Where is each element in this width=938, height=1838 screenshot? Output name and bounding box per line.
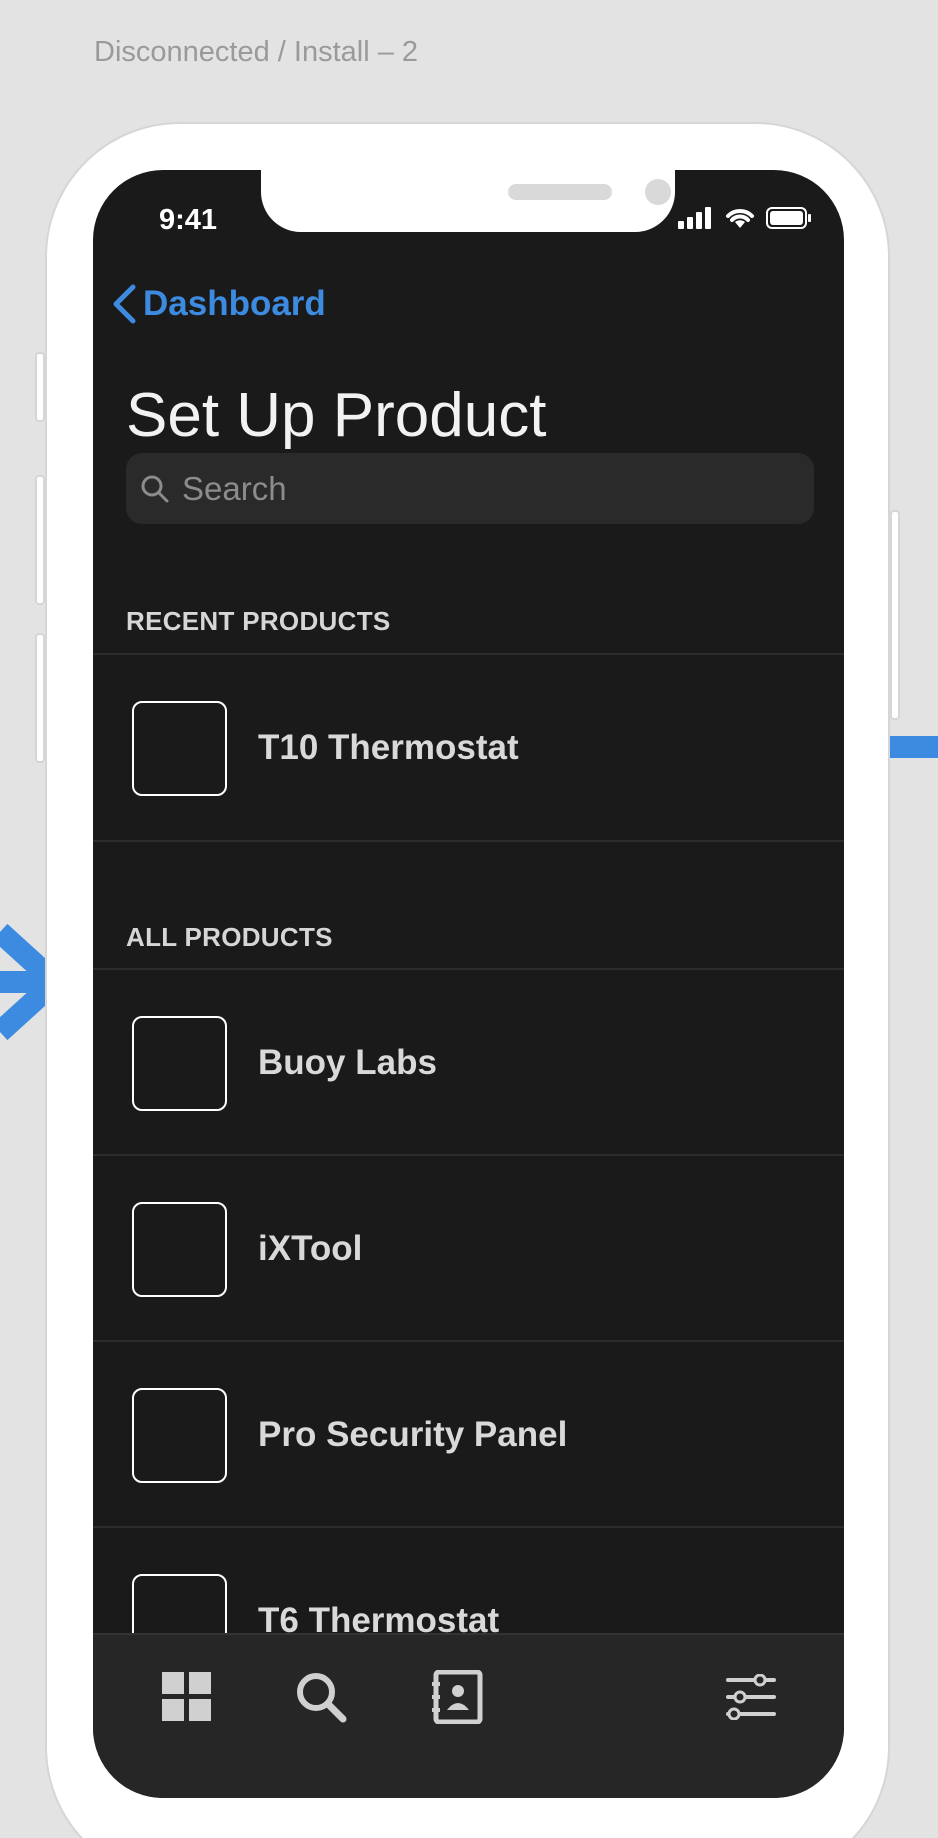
contacts-icon xyxy=(432,1670,483,1724)
list-item-label: Pro Security Panel xyxy=(258,1415,568,1454)
chevron-left-icon xyxy=(113,284,136,324)
back-button[interactable]: Dashboard xyxy=(111,284,326,324)
tab-contacts[interactable] xyxy=(429,1669,485,1725)
grid-icon xyxy=(162,1672,211,1721)
list-item[interactable]: iXTool xyxy=(93,1156,844,1342)
product-thumbnail xyxy=(132,1387,227,1483)
tab-bar xyxy=(93,1633,844,1798)
section-header-recent: RECENT PRODUCTS xyxy=(126,606,391,636)
search-bar[interactable] xyxy=(126,453,814,524)
phone-screen: 9:41 Dashboard Set Up Product Search REC… xyxy=(93,170,844,1798)
sliders-icon xyxy=(726,1674,776,1720)
list-item[interactable]: T10 Thermostat xyxy=(93,655,844,841)
list-item-label: iXTool xyxy=(258,1229,363,1268)
list-item[interactable]: Buoy Labs xyxy=(93,970,844,1156)
product-thumbnail xyxy=(132,1015,227,1111)
search-icon xyxy=(297,1673,347,1723)
status-time: 9:41 xyxy=(159,204,218,236)
tab-settings[interactable] xyxy=(723,1669,779,1725)
list-item[interactable]: Pro Security Panel xyxy=(93,1342,844,1528)
search-icon xyxy=(141,475,169,502)
speaker-grille xyxy=(508,184,612,200)
search-input[interactable] xyxy=(182,469,782,508)
artboard-label: Disconnected / Install – 2 xyxy=(94,36,419,68)
section-header-all: ALL PRODUCTS xyxy=(126,922,333,952)
list-item-label: T10 Thermostat xyxy=(258,728,519,767)
volume-down-button xyxy=(35,633,45,763)
back-button-label: Dashboard xyxy=(143,284,326,323)
notch xyxy=(261,170,675,232)
tab-dashboard[interactable] xyxy=(159,1669,215,1725)
mute-switch xyxy=(35,352,45,422)
divider xyxy=(93,840,844,842)
battery-icon xyxy=(766,207,811,229)
page-title: Set Up Product xyxy=(126,381,547,450)
status-icons xyxy=(678,206,812,230)
front-camera xyxy=(645,179,671,205)
tab-search[interactable] xyxy=(293,1669,349,1725)
product-thumbnail xyxy=(132,700,227,796)
product-thumbnail xyxy=(132,1201,227,1297)
list-item-label: Buoy Labs xyxy=(258,1043,437,1082)
power-button xyxy=(890,510,900,720)
cellular-signal-icon xyxy=(678,207,711,229)
volume-up-button xyxy=(35,475,45,605)
wifi-icon xyxy=(726,209,754,228)
